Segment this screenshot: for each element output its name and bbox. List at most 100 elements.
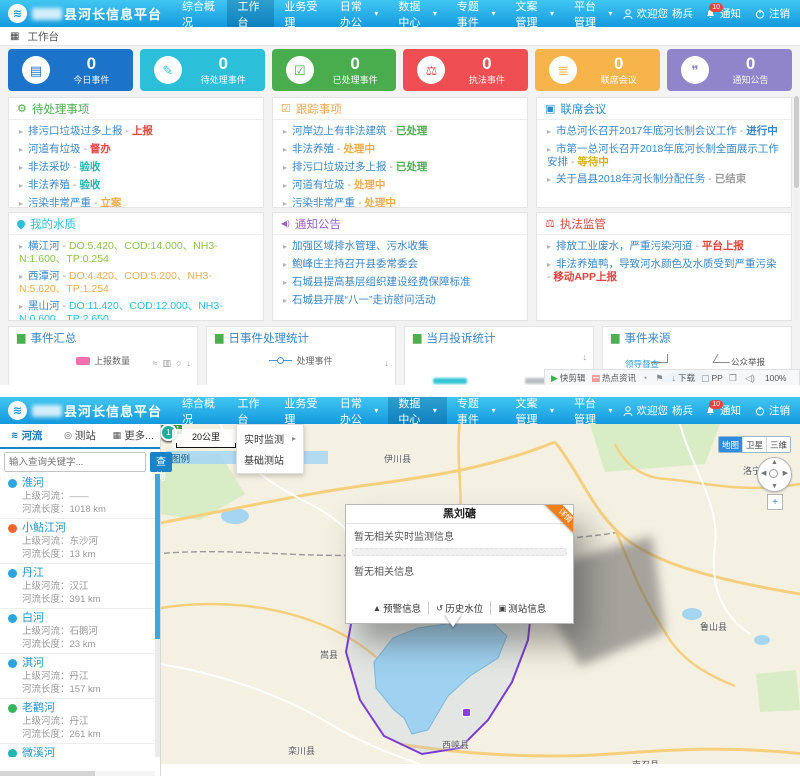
download-icon[interactable]: ↓ xyxy=(187,358,192,369)
username[interactable]: 杨兵 xyxy=(672,403,693,418)
notice-label[interactable]: 通知 xyxy=(720,6,741,21)
notifications-button[interactable]: 10 xyxy=(705,8,716,19)
list-item[interactable]: 河道有垃圾 督办 xyxy=(9,140,263,158)
dropdown-item[interactable]: 实时监测▸ xyxy=(237,428,303,449)
browser-toolbar-item[interactable]: ▢PP xyxy=(701,373,723,384)
map-type-button[interactable]: 卫星 xyxy=(742,437,766,452)
popup-footer-link[interactable]: ▣测站信息 xyxy=(490,601,553,615)
search-input[interactable] xyxy=(4,452,146,472)
list-item[interactable]: 污染非常严重 立案 xyxy=(9,194,263,208)
scrollbar-thumb[interactable] xyxy=(0,771,95,776)
logout-button[interactable]: 注销 xyxy=(769,403,790,418)
nav-item[interactable]: 综合概况 xyxy=(172,397,227,424)
popup-footer-link[interactable]: ▲预警信息 xyxy=(366,601,428,615)
list-item[interactable]: 河岸边上有非法建筑 已处理 xyxy=(273,122,527,140)
browser-toolbar-item[interactable]: ▤热点资讯 xyxy=(591,372,636,384)
nav-item[interactable]: 工作台 xyxy=(227,397,274,424)
river-list-item[interactable]: 微溪河 上级河流： 河流长度： xyxy=(0,744,155,757)
nav-item[interactable]: 数据中心▾ xyxy=(388,397,447,424)
sidebar-scrollbar[interactable] xyxy=(155,474,160,757)
map-type-button[interactable]: 三维 xyxy=(766,437,790,452)
river-list-item[interactable]: 丹江 上级河流：汉江 河流长度：391 km xyxy=(0,564,155,609)
browser-toolbar-item[interactable]: ❐ xyxy=(729,373,739,384)
breadcrumb-label: 工作台 xyxy=(27,29,59,44)
detail-ribbon[interactable]: 详情 xyxy=(541,505,573,539)
notifications-button[interactable]: 10 xyxy=(705,405,716,416)
nav-item[interactable]: 业务受理 xyxy=(274,0,329,27)
zoom-in-button[interactable]: + xyxy=(767,494,783,510)
sidebar-tab[interactable]: ◎测站 xyxy=(53,424,106,447)
list-item[interactable]: 排放工业废水，严重污染河道 平台上报 xyxy=(537,237,791,255)
water-quality-row[interactable]: 西潭河 DO:4.420、COD:5.200、NH3-N:5.620、TP:1.… xyxy=(9,267,263,297)
list-item[interactable]: 排污口垃圾过多上报 上报 xyxy=(9,122,263,140)
water-quality-row[interactable]: 黑山河 DO:11.420、COD:12.000、NH3-N:0.600、TP:… xyxy=(9,297,263,321)
bar-chart-icon[interactable]: ▥ xyxy=(163,358,172,369)
river-list-item[interactable]: 淮河 上级河流：—— 河流长度：1018 km xyxy=(0,474,155,519)
list-item[interactable]: 非法采砂 验收 xyxy=(9,158,263,176)
scrollbar-thumb[interactable] xyxy=(794,96,799,188)
river-length-value: 23 km xyxy=(70,639,96,650)
download-icon[interactable]: ↓ xyxy=(385,358,390,368)
sidebar-tab[interactable]: ▦更多... xyxy=(107,424,160,447)
nav-item[interactable]: 工作台 xyxy=(227,0,274,27)
river-list-item[interactable]: 老鹳河 上级河流：丹江 河流长度：261 km xyxy=(0,699,155,744)
nav-item[interactable]: 日常办公▾ xyxy=(330,0,389,27)
browser-toolbar-item[interactable]: ◔ xyxy=(642,373,649,383)
river-list-item[interactable]: 白河 上级河流：石鹅河 河流长度：23 km xyxy=(0,609,155,654)
list-item[interactable]: 非法养殖 处理中 xyxy=(273,140,527,158)
popup-scrollbar[interactable] xyxy=(352,548,567,556)
nav-item[interactable]: 数据中心▾ xyxy=(388,0,447,27)
list-item[interactable]: 河道有垃圾 处理中 xyxy=(273,176,527,194)
refresh-icon[interactable]: ○ xyxy=(176,358,181,369)
list-item[interactable]: 市总河长召开2017年底河长制会议工作 进行中 xyxy=(537,122,791,140)
username[interactable]: 杨兵 xyxy=(672,6,693,21)
nav-item[interactable]: 文案管理▾ xyxy=(505,397,564,424)
list-item[interactable]: 加强区域排水管理、污水收集 xyxy=(273,237,527,255)
nav-item[interactable]: 平台管理▾ xyxy=(564,0,623,27)
legend-label: 上报数量 xyxy=(94,354,130,367)
river-list-item[interactable]: 淇河 上级河流：丹江 河流长度：157 km xyxy=(0,654,155,699)
nav-item[interactable]: 专题事件▾ xyxy=(447,397,506,424)
sidebar-tab[interactable]: ≋河流 xyxy=(0,424,53,447)
map-pan-control[interactable]: ▲▼ ◀▶ xyxy=(757,457,792,492)
nav-item[interactable]: 业务受理 xyxy=(274,397,329,424)
list-item[interactable]: 污染非常严重 处理中 xyxy=(273,194,527,208)
pan-up-icon: ▲ xyxy=(771,459,778,466)
download-icon[interactable]: ↓ xyxy=(583,352,588,362)
nav-item[interactable]: 平台管理▾ xyxy=(564,397,623,424)
notice-label[interactable]: 通知 xyxy=(720,403,741,418)
list-item[interactable]: 鲍峰庄主持召开县委常委会 xyxy=(273,255,527,273)
list-item[interactable]: 石城县提高基层组织建设经费保障标准 xyxy=(273,273,527,291)
browser-toolbar-item[interactable]: 100% xyxy=(763,373,787,383)
list-item[interactable]: 关于昌县2018年河长制分配任务 已结束 xyxy=(537,170,791,188)
list-item[interactable]: 石城县开展“八一”走访慰问活动 xyxy=(273,291,527,309)
line-chart-icon[interactable]: ≈ xyxy=(153,358,158,369)
page-scrollbar[interactable] xyxy=(794,96,799,321)
map-type-switcher: 地图卫星三维 xyxy=(718,436,791,453)
list-item[interactable]: 市第一总河长召开2018年底河长制全面展示工作安排 等待中 xyxy=(537,140,791,170)
station-dot-marker[interactable] xyxy=(462,708,471,717)
river-list-item[interactable]: 小鲇江河 上级河流：东沙河 河流长度：13 km xyxy=(0,519,155,564)
sidebar-hscrollbar[interactable] xyxy=(0,771,155,776)
browser-toolbar-item[interactable]: ◁) xyxy=(745,373,757,384)
nav-item[interactable]: 专题事件▾ xyxy=(447,0,506,27)
list-item[interactable]: 排污口垃圾过多上报 已处理 xyxy=(273,158,527,176)
river-length-value: 391 km xyxy=(70,594,101,605)
list-item[interactable]: 非法养殖鸭，导致河水颜色及水质受到严重污染 移动APP上报 xyxy=(537,255,791,285)
nav-item[interactable]: 文案管理▾ xyxy=(505,0,564,27)
browser-toolbar-item[interactable]: ▶快剪辑 xyxy=(551,372,585,384)
search-button[interactable]: 查询 xyxy=(150,452,172,472)
nav-item[interactable]: 日常办公▾ xyxy=(330,397,389,424)
scrollbar-thumb[interactable] xyxy=(155,474,160,639)
list-item[interactable]: 非法养殖 验收 xyxy=(9,176,263,194)
browser-toolbar-item[interactable]: ⚑ xyxy=(655,373,665,384)
nav-item[interactable]: 综合概况 xyxy=(172,0,227,27)
browser-toolbar-item[interactable]: ↓下载 xyxy=(671,372,695,384)
map-canvas[interactable]: 20公里 图例 地图卫星三维 ▲▼ ◀▶ + 伊川县洛宁县嵩县栾川县西峡县南召县… xyxy=(160,424,800,770)
dropdown-item[interactable]: 基础测站 xyxy=(237,449,303,470)
map-type-button[interactable]: 地图 xyxy=(719,437,742,452)
dashboard-screenshot: ≋ 县河长信息平台 综合概况工作台业务受理日常办公▾数据中心▾专题事件▾文案管理… xyxy=(0,0,800,385)
logout-button[interactable]: 注销 xyxy=(769,6,790,21)
chart-title: 当月投诉统计 xyxy=(426,330,495,346)
water-quality-row[interactable]: 横江河 DO:5.420、COD:14.000、NH3-N:1.600、TP:0… xyxy=(9,237,263,267)
